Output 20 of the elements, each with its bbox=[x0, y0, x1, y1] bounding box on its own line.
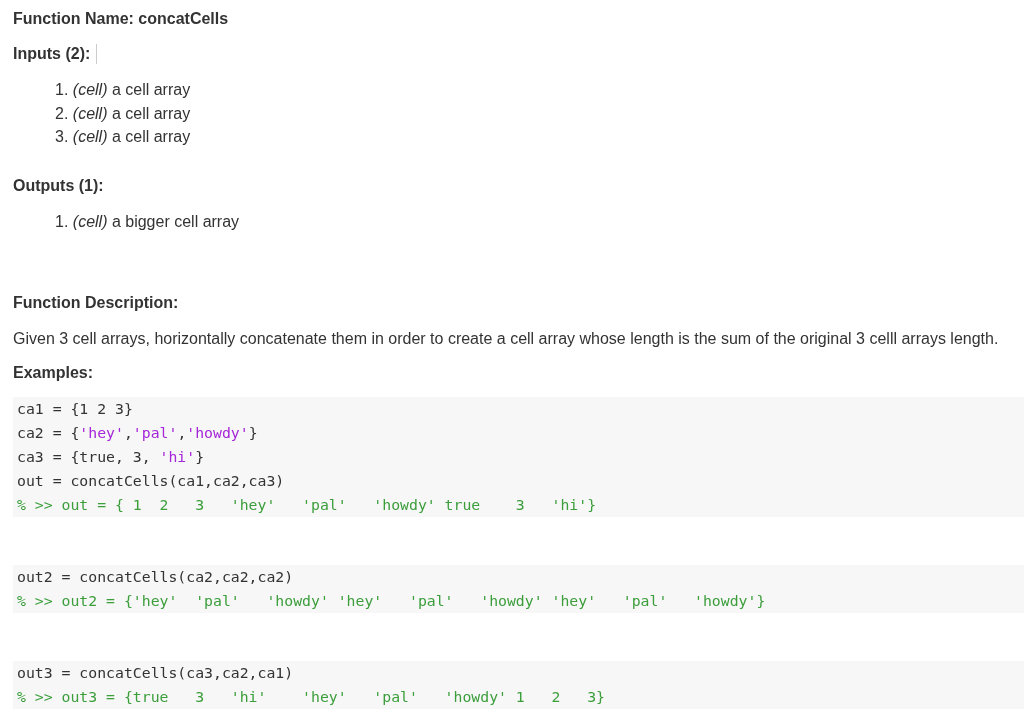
input-item: 3. (cell) a cell array bbox=[55, 127, 191, 147]
code-line: ca3 = {true, 3, 'hi'} bbox=[17, 447, 206, 467]
output-item: 1. (cell) a bigger cell array bbox=[55, 211, 240, 232]
description-text: Given 3 cell arrays, horizontally concatenate them in order to create a cell array whose length is the sum of the original 3 celll arrays length. bbox=[13, 329, 999, 349]
input-item: 1. (cell) a cell array bbox=[55, 80, 191, 100]
examples-heading: Examples: bbox=[13, 363, 95, 383]
code-line: ca1 = {1 2 3} bbox=[17, 399, 134, 419]
code-line: % >> out2 = {'hey' 'pal' 'howdy' 'hey' 'pal' 'howdy' 'hey' 'pal' 'howdy'} bbox=[17, 591, 767, 611]
text-cursor bbox=[96, 44, 98, 64]
description-heading: Function Description: bbox=[13, 293, 180, 313]
code-line: out3 = concatCells(ca3,ca2,ca1) bbox=[17, 663, 295, 683]
code-line: % >> out = { 1 2 3 'hey' 'pal' 'howdy' true 3 'hi'} bbox=[17, 495, 598, 515]
code-line: out = concatCells(ca1,ca2,ca3) bbox=[17, 471, 286, 491]
code-line: out2 = concatCells(ca2,ca2,ca2) bbox=[17, 567, 295, 587]
code-line: % >> out3 = {true 3 'hi' 'hey' 'pal' 'howdy' 1 2 3} bbox=[17, 687, 606, 707]
function-name-heading: Function Name: concatCells bbox=[13, 9, 230, 29]
input-item: 2. (cell) a cell array bbox=[55, 103, 191, 124]
code-line: ca2 = {'hey','pal','howdy'} bbox=[17, 423, 259, 443]
inputs-heading: Inputs (2): bbox=[13, 44, 91, 64]
outputs-heading: Outputs (1): bbox=[13, 175, 104, 196]
